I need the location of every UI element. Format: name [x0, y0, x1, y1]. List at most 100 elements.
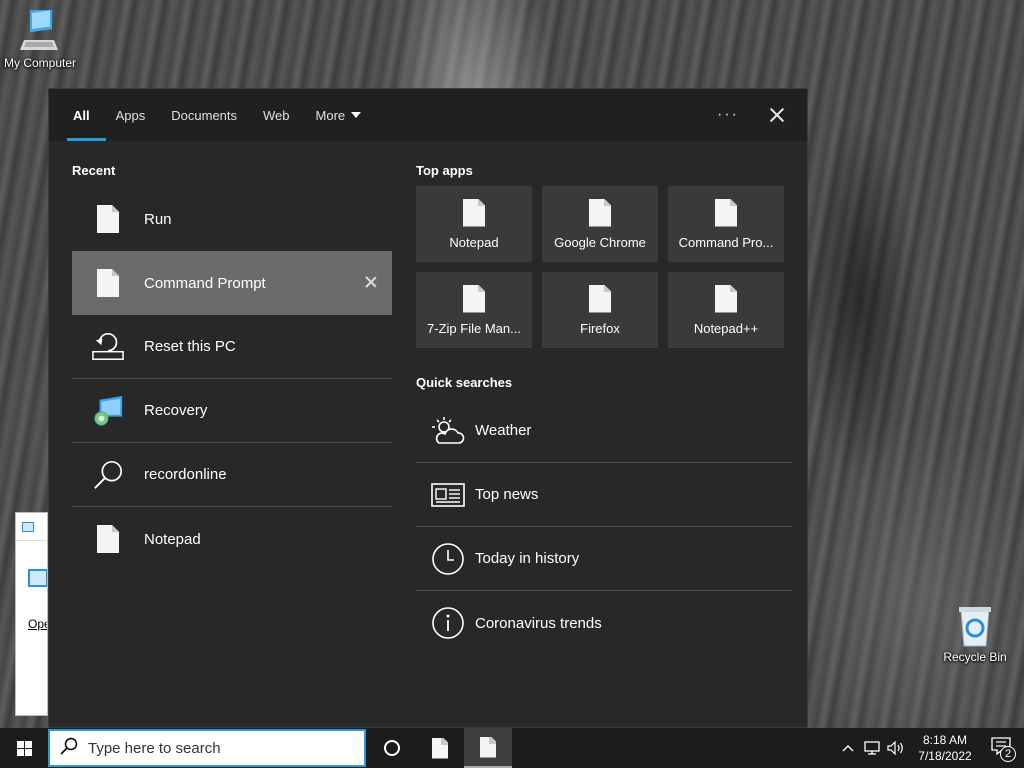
search-flyout: All Apps Documents Web More ··· Recent R… [48, 88, 808, 728]
recent-list: Run Command Prompt Reset this PC Recover… [72, 187, 392, 571]
tab-all[interactable]: All [67, 89, 105, 141]
flyout-controls: ··· [717, 89, 787, 141]
quick-search-today-in-history[interactable]: Today in history [416, 527, 792, 591]
recent-item-label: Run [144, 210, 172, 228]
quick-search-label: Top news [475, 486, 539, 503]
recent-item-command-prompt[interactable]: Command Prompt [72, 251, 392, 315]
weather-icon [431, 414, 465, 448]
recent-item-recordonline[interactable]: recordonline [72, 443, 392, 507]
top-apps-heading: Top apps [416, 163, 473, 178]
document-icon [92, 203, 124, 235]
document-icon [480, 736, 496, 758]
recovery-icon [92, 395, 124, 427]
cortana-icon [384, 740, 400, 756]
document-icon [92, 267, 124, 299]
clock-time: 8:18 AM [922, 733, 968, 747]
tab-label: Documents [171, 107, 238, 123]
recent-item-label: Command Prompt [144, 274, 266, 292]
top-app-firefox[interactable]: Firefox [542, 272, 658, 348]
reset-pc-icon [92, 331, 124, 363]
recycle-bin-desktop-icon[interactable]: Recycle Bin [935, 604, 1015, 664]
search-tabs: All Apps Documents Web More ··· [49, 89, 807, 141]
taskbar: 8:18 AM 7/18/2022 2 [0, 728, 1024, 768]
clock-date: 7/18/2022 [918, 749, 972, 763]
news-icon [431, 478, 465, 512]
background-window-label[interactable]: Ope [28, 617, 47, 631]
recent-item-recovery[interactable]: Recovery [72, 379, 392, 443]
notification-count-badge: 2 [1000, 746, 1016, 762]
quick-search-top-news[interactable]: Top news [416, 463, 792, 527]
top-app-notepad-plus-plus[interactable]: Notepad++ [668, 272, 784, 348]
my-computer-desktop-icon[interactable]: My Computer [0, 7, 80, 70]
windows-logo-icon [16, 740, 32, 756]
document-icon [92, 523, 124, 555]
recycle-bin-icon [955, 604, 995, 648]
top-apps-grid: Notepad Google Chrome Command Pro... 7-Z… [416, 186, 786, 348]
search-icon [92, 459, 124, 491]
top-app-label: Notepad++ [693, 320, 759, 336]
volume-icon[interactable] [884, 728, 908, 768]
top-app-google-chrome[interactable]: Google Chrome [542, 186, 658, 262]
recent-item-label: Reset this PC [144, 338, 236, 355]
quick-search-coronavirus-trends[interactable]: Coronavirus trends [416, 591, 792, 655]
top-app-command-prompt[interactable]: Command Pro... [668, 186, 784, 262]
system-tray: 8:18 AM 7/18/2022 2 [836, 728, 1024, 768]
close-icon[interactable] [767, 105, 787, 125]
tab-apps[interactable]: Apps [116, 89, 146, 141]
desktop-icon-label: Recycle Bin [943, 650, 1007, 664]
tab-label: All [73, 107, 90, 123]
document-icon [715, 284, 737, 313]
document-icon [463, 198, 485, 227]
top-app-label: Notepad [449, 234, 499, 250]
top-app-label: Command Pro... [678, 234, 774, 250]
computer-icon [18, 7, 62, 54]
tab-label: Apps [115, 107, 146, 123]
quick-search-label: Today in history [475, 550, 580, 567]
document-icon [589, 284, 611, 313]
taskbar-app-document[interactable] [416, 728, 464, 768]
document-icon [463, 284, 485, 313]
chevron-down-icon [351, 112, 362, 118]
quick-searches-list: Weather Top news Today in history Corona… [416, 399, 792, 655]
taskbar-search-box[interactable] [48, 729, 366, 767]
recent-item-label: Notepad [144, 530, 201, 548]
window-icon [22, 521, 34, 532]
tab-more[interactable]: More [316, 89, 362, 141]
top-app-label: 7-Zip File Man... [427, 320, 521, 336]
remove-recent-icon[interactable] [364, 275, 378, 289]
recent-item-notepad[interactable]: Notepad [72, 507, 392, 571]
tab-label: Web [263, 107, 290, 123]
recent-item-label: recordonline [144, 466, 227, 483]
quick-searches-heading: Quick searches [416, 375, 513, 390]
window-icon [28, 569, 47, 587]
document-icon [715, 198, 737, 227]
recent-item-reset-this-pc[interactable]: Reset this PC [72, 315, 392, 379]
top-app-notepad[interactable]: Notepad [416, 186, 532, 262]
quick-search-label: Coronavirus trends [475, 614, 602, 632]
recent-heading: Recent [72, 163, 116, 178]
tab-label: More [315, 107, 346, 123]
quick-search-weather[interactable]: Weather [416, 399, 792, 463]
action-center-button[interactable]: 2 [978, 728, 1024, 768]
background-window-titlebar [16, 513, 47, 541]
search-input[interactable] [88, 739, 348, 757]
start-button[interactable] [0, 728, 48, 768]
top-app-label: Google Chrome [554, 234, 646, 250]
cortana-button[interactable] [368, 728, 416, 768]
more-options-button[interactable]: ··· [717, 106, 739, 124]
background-window[interactable]: Ope [15, 512, 48, 716]
taskbar-clock[interactable]: 8:18 AM 7/18/2022 [912, 732, 978, 764]
chevron-up-icon[interactable] [836, 728, 860, 768]
recent-item-run[interactable]: Run [72, 187, 392, 251]
tab-documents[interactable]: Documents [171, 89, 237, 141]
tab-web[interactable]: Web [263, 89, 290, 141]
taskbar-app-document-active[interactable] [464, 728, 512, 768]
clock-icon [431, 542, 465, 576]
document-icon [589, 198, 611, 227]
search-icon [60, 737, 78, 760]
top-app-7-zip[interactable]: 7-Zip File Man... [416, 272, 532, 348]
recent-item-label: Recovery [144, 402, 208, 419]
network-icon[interactable] [860, 728, 884, 768]
top-app-label: Firefox [580, 320, 620, 336]
document-icon [432, 737, 448, 759]
